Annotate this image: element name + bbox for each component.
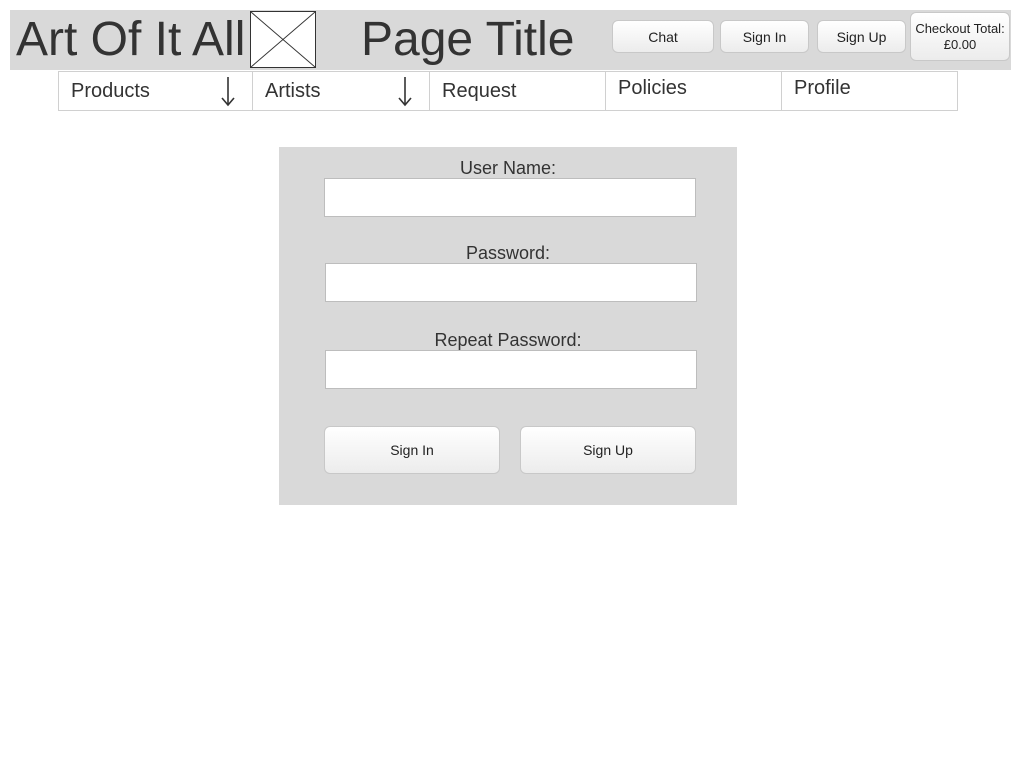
header-bar: Art Of It All Page Title Chat Sign In Si… (10, 10, 1011, 70)
password-input[interactable] (325, 263, 697, 302)
header-sign-up-button[interactable]: Sign Up (817, 20, 906, 53)
nav-item-profile[interactable]: Profile (782, 72, 957, 110)
checkout-label: Checkout Total: (915, 20, 1005, 36)
main-nav: Products Artists Request Policies Profil… (58, 71, 958, 111)
arrow-down-icon (395, 74, 415, 108)
nav-item-label: Profile (794, 77, 851, 99)
user-name-input[interactable] (324, 178, 696, 217)
password-label: Password: (465, 243, 551, 263)
nav-item-products[interactable]: Products (59, 72, 253, 110)
form-sign-up-button[interactable]: Sign Up (520, 426, 696, 474)
nav-item-policies[interactable]: Policies (606, 72, 782, 110)
checkout-amount: £0.00 (943, 36, 977, 52)
nav-item-request[interactable]: Request (430, 72, 606, 110)
chat-button[interactable]: Chat (612, 20, 714, 53)
checkout-total-button[interactable]: Checkout Total: £0.00 (910, 12, 1010, 61)
page-title: Page Title (361, 13, 575, 66)
form-sign-in-button[interactable]: Sign In (324, 426, 500, 474)
repeat-password-label: Repeat Password: (434, 330, 582, 350)
sign-up-form-panel: User Name: Password: Repeat Password: Si… (279, 147, 737, 505)
user-name-label: User Name: (459, 158, 557, 178)
header-sign-in-button[interactable]: Sign In (720, 20, 809, 53)
nav-item-label: Request (442, 80, 517, 102)
site-brand[interactable]: Art Of It All (16, 11, 245, 69)
repeat-password-input[interactable] (325, 350, 697, 389)
nav-item-label: Policies (618, 77, 687, 99)
nav-item-artists[interactable]: Artists (253, 72, 430, 110)
nav-item-label: Products (71, 80, 150, 102)
image-placeholder-icon (250, 11, 316, 68)
nav-item-label: Artists (265, 80, 321, 102)
arrow-down-icon (218, 74, 238, 108)
